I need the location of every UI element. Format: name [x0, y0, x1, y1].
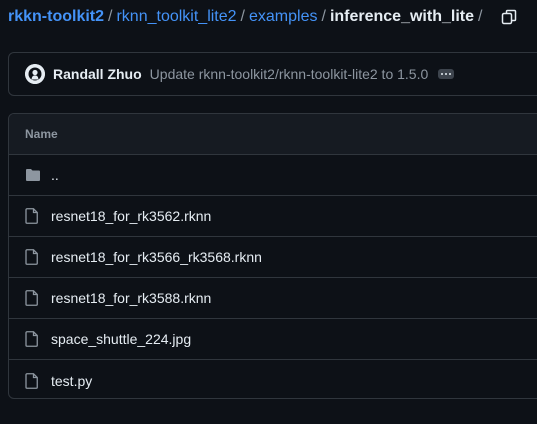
- copy-path-button[interactable]: [496, 4, 522, 30]
- breadcrumb-separator: /: [108, 8, 113, 25]
- name-column-header: Name: [25, 127, 58, 141]
- breadcrumb-separator: /: [477, 8, 483, 25]
- ellipsis-dot-icon: [445, 73, 448, 75]
- table-row[interactable]: space_shuttle_224.jpg: [9, 319, 537, 360]
- file-icon: [25, 249, 41, 265]
- table-row-parent-directory[interactable]: ..: [9, 155, 537, 196]
- github-user-icon: [25, 64, 45, 84]
- file-name[interactable]: resnet18_for_rk3566_rk3568.rknn: [51, 249, 262, 265]
- file-icon: [25, 331, 41, 347]
- breadcrumb-root-link[interactable]: rkkn-toolkit2: [8, 8, 104, 26]
- breadcrumb-separator: /: [321, 8, 326, 25]
- table-header: Name: [9, 114, 537, 155]
- file-name[interactable]: resnet18_for_rk3562.rknn: [51, 208, 211, 224]
- avatar[interactable]: [25, 64, 45, 84]
- table-row[interactable]: test.py: [9, 360, 537, 398]
- commit-message[interactable]: Update rknn-toolkit2/rknn-toolkit-lite2 …: [150, 66, 429, 82]
- latest-commit-bar: Randall Zhuo Update rknn-toolkit2/rknn-t…: [8, 52, 537, 96]
- file-name[interactable]: test.py: [51, 373, 92, 389]
- file-table: Name .. resnet18_for_rk3562.rknn resnet1…: [8, 113, 537, 399]
- copy-icon: [501, 9, 517, 25]
- file-name[interactable]: ..: [51, 167, 59, 183]
- file-browser-page: rkkn-toolkit2 / rknn_toolkit_lite2 / exa…: [0, 0, 537, 424]
- file-icon: [25, 372, 41, 389]
- commit-details-button[interactable]: [438, 69, 455, 79]
- breadcrumb-separator: /: [240, 8, 245, 25]
- breadcrumb-link-rknn-toolkit-lite2[interactable]: rknn_toolkit_lite2: [116, 8, 236, 26]
- folder-icon: [25, 167, 41, 183]
- file-name[interactable]: space_shuttle_224.jpg: [51, 331, 191, 347]
- table-row[interactable]: resnet18_for_rk3588.rknn: [9, 278, 537, 319]
- table-row[interactable]: resnet18_for_rk3566_rk3568.rknn: [9, 237, 537, 278]
- table-row[interactable]: resnet18_for_rk3562.rknn: [9, 196, 537, 237]
- file-icon: [25, 290, 41, 306]
- breadcrumb: rkkn-toolkit2 / rknn_toolkit_lite2 / exa…: [8, 6, 486, 28]
- file-icon: [25, 208, 41, 224]
- file-name[interactable]: resnet18_for_rk3588.rknn: [51, 290, 211, 306]
- breadcrumb-link-examples[interactable]: examples: [249, 8, 317, 26]
- breadcrumb-current: inference_with_lite: [329, 8, 474, 25]
- ellipsis-dot-icon: [449, 73, 452, 75]
- ellipsis-dot-icon: [441, 73, 444, 75]
- commit-author[interactable]: Randall Zhuo: [53, 66, 142, 82]
